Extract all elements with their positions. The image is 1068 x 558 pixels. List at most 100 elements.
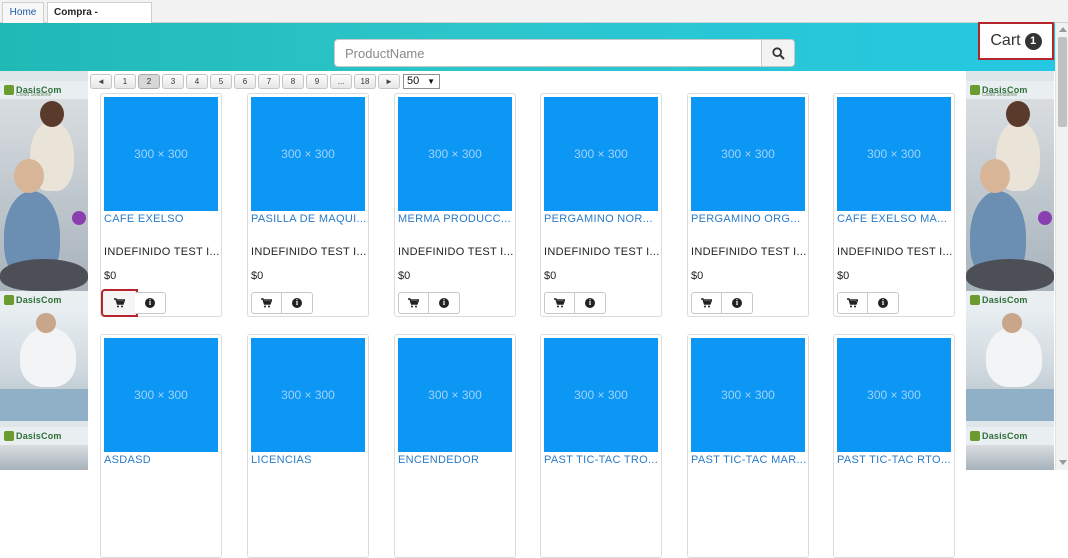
page-1-button[interactable]: 1 bbox=[114, 73, 136, 89]
product-image-label: 300 × 300 bbox=[281, 147, 335, 161]
product-name-link[interactable]: PAST TIC-TAC MAR... bbox=[691, 454, 807, 466]
product-card: 300 × 300 PERGAMINO NOR... INDEFINIDO TE… bbox=[540, 93, 662, 317]
product-price: $0 bbox=[691, 270, 704, 282]
product-image[interactable]: 300 × 300 bbox=[398, 97, 512, 211]
product-name-link[interactable]: LICENCIAS bbox=[251, 454, 367, 466]
product-info-button[interactable]: i bbox=[868, 292, 899, 314]
info-icon: i bbox=[878, 298, 888, 308]
product-image[interactable]: 300 × 300 bbox=[398, 338, 512, 452]
page-next-button[interactable]: ► bbox=[378, 73, 400, 89]
product-image[interactable]: 300 × 300 bbox=[104, 338, 218, 452]
add-to-cart-button[interactable] bbox=[101, 289, 138, 317]
page-3-button[interactable]: 3 bbox=[162, 73, 184, 89]
product-actions: i bbox=[398, 292, 460, 314]
product-card: 300 × 300 PASILLA DE MAQUI... INDEFINIDO… bbox=[247, 93, 369, 317]
product-card: 300 × 300 CAFE EXELSO MA... INDEFINIDO T… bbox=[833, 93, 955, 317]
page-ellipsis-button[interactable]: ... bbox=[330, 73, 352, 89]
banner-photo-bottom bbox=[0, 445, 88, 470]
product-name-link[interactable]: PERGAMINO ORG... bbox=[691, 213, 807, 225]
product-card: 300 × 300 PERGAMINO ORG... INDEFINIDO TE… bbox=[687, 93, 809, 317]
product-name-link[interactable]: PAST TIC-TAC RTO... bbox=[837, 454, 953, 466]
product-image[interactable]: 300 × 300 bbox=[837, 338, 951, 452]
banner-photo-bottom bbox=[966, 445, 1054, 470]
page-4-button[interactable]: 4 bbox=[186, 73, 208, 89]
product-name-link[interactable]: CAFE EXELSO bbox=[104, 213, 220, 225]
dasiscom-logo-icon bbox=[970, 85, 980, 95]
product-card: 300 × 300 PAST TIC-TAC RTO... bbox=[833, 334, 955, 558]
cart-label: Cart bbox=[990, 32, 1021, 49]
product-image-label: 300 × 300 bbox=[574, 147, 628, 161]
product-image-label: 300 × 300 bbox=[574, 388, 628, 402]
product-info-button[interactable]: i bbox=[575, 292, 606, 314]
page-6-button[interactable]: 6 bbox=[234, 73, 256, 89]
product-info-button[interactable]: i bbox=[429, 292, 460, 314]
page-9-button[interactable]: 9 bbox=[306, 73, 328, 89]
search-box bbox=[334, 39, 795, 67]
product-image-label: 300 × 300 bbox=[134, 147, 188, 161]
product-price: $0 bbox=[104, 270, 117, 282]
page-18-button[interactable]: 18 bbox=[354, 73, 376, 89]
scroll-up-arrow-icon[interactable] bbox=[1059, 27, 1067, 32]
product-image[interactable]: 300 × 300 bbox=[544, 97, 658, 211]
page-7-button[interactable]: 7 bbox=[258, 73, 280, 89]
page-scrollbar[interactable] bbox=[1055, 23, 1068, 470]
info-icon: i bbox=[585, 298, 595, 308]
tab-home[interactable]: Home bbox=[2, 2, 44, 23]
product-image-label: 300 × 300 bbox=[428, 147, 482, 161]
product-image-label: 300 × 300 bbox=[281, 388, 335, 402]
product-image[interactable]: 300 × 300 bbox=[544, 338, 658, 452]
banner-tagline: Cloud Solutions bbox=[16, 92, 52, 98]
dasiscom-logo-icon bbox=[4, 431, 14, 441]
product-name-link[interactable]: PAST TIC-TAC TRO... bbox=[544, 454, 660, 466]
info-icon: i bbox=[439, 298, 449, 308]
page-size-select[interactable]: 50 ▼ bbox=[403, 73, 440, 89]
scroll-thumb[interactable] bbox=[1058, 37, 1067, 127]
product-description: INDEFINIDO TEST I... bbox=[251, 246, 367, 258]
product-name-link[interactable]: CAFE EXELSO MA... bbox=[837, 213, 953, 225]
product-name-link[interactable]: ENCENDEDOR bbox=[398, 454, 514, 466]
header-bar bbox=[0, 23, 1055, 71]
banner-tagline-r: Cloud Solutions bbox=[982, 92, 1018, 98]
banner-photo-office bbox=[966, 99, 1054, 291]
add-to-cart-button[interactable] bbox=[251, 292, 282, 314]
cart-count-badge: 1 bbox=[1024, 32, 1042, 50]
banner-photo-office bbox=[0, 99, 88, 291]
page-prev-button[interactable]: ◄ bbox=[90, 73, 112, 89]
product-name-link[interactable]: MERMA PRODUCC... bbox=[398, 213, 514, 225]
add-to-cart-button[interactable] bbox=[544, 292, 575, 314]
chevron-down-icon: ▼ bbox=[427, 76, 435, 86]
product-image[interactable]: 300 × 300 bbox=[104, 97, 218, 211]
product-info-button[interactable]: i bbox=[722, 292, 753, 314]
product-name-link[interactable]: PASILLA DE MAQUI... bbox=[251, 213, 367, 225]
product-image[interactable]: 300 × 300 bbox=[691, 97, 805, 211]
product-card: 300 × 300 ENCENDEDOR bbox=[394, 334, 516, 558]
search-input[interactable] bbox=[335, 40, 762, 66]
tab-compra[interactable]: Compra -[comprar]× bbox=[47, 2, 152, 38]
product-info-button[interactable]: i bbox=[282, 292, 313, 314]
banner-logo-3: DasisCom bbox=[0, 427, 88, 445]
search-button[interactable] bbox=[761, 40, 794, 66]
cart-button[interactable]: Cart 1 bbox=[978, 22, 1054, 60]
product-name-link[interactable]: PERGAMINO NOR... bbox=[544, 213, 660, 225]
scroll-down-arrow-icon[interactable] bbox=[1059, 460, 1067, 465]
product-image[interactable]: 300 × 300 bbox=[251, 338, 365, 452]
add-to-cart-button[interactable] bbox=[837, 292, 868, 314]
page-8-button[interactable]: 8 bbox=[282, 73, 304, 89]
product-card: 300 × 300 LICENCIAS bbox=[247, 334, 369, 558]
product-description: INDEFINIDO TEST I... bbox=[104, 246, 220, 258]
product-name-link[interactable]: ASDASD bbox=[104, 454, 220, 466]
product-card: 300 × 300 PAST TIC-TAC TRO... bbox=[540, 334, 662, 558]
product-image[interactable]: 300 × 300 bbox=[837, 97, 951, 211]
product-image[interactable]: 300 × 300 bbox=[691, 338, 805, 452]
product-info-button[interactable]: i bbox=[135, 292, 166, 314]
add-to-cart-button[interactable] bbox=[691, 292, 722, 314]
page-5-button[interactable]: 5 bbox=[210, 73, 232, 89]
add-to-cart-button[interactable] bbox=[398, 292, 429, 314]
page-size-value: 50 bbox=[407, 74, 420, 87]
product-description: INDEFINIDO TEST I... bbox=[837, 246, 953, 258]
product-actions: i bbox=[837, 292, 899, 314]
banner-logo-2: DasisCom bbox=[0, 291, 88, 309]
banner-brand-r3: DasisCom bbox=[982, 431, 1028, 441]
page-2-button[interactable]: 2 bbox=[138, 73, 160, 89]
product-image[interactable]: 300 × 300 bbox=[251, 97, 365, 211]
